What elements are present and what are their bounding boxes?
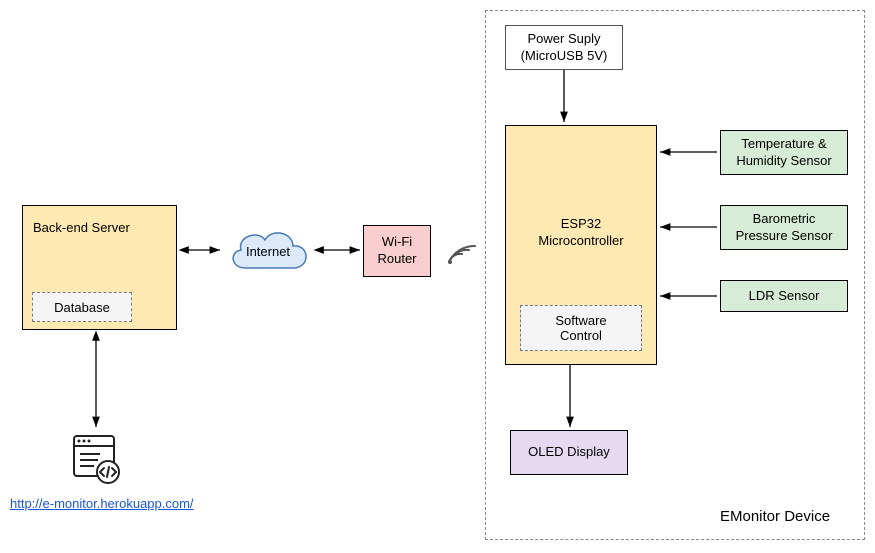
wifi-router-box: Wi-Fi Router (363, 225, 431, 277)
power-supply-box: Power Suply (MicroUSB 5V) (505, 25, 623, 70)
oled-display-box: OLED Display (510, 430, 628, 475)
ldr-sensor-box: LDR Sensor (720, 280, 848, 312)
backend-server-label: Back-end Server (33, 220, 130, 237)
emonitor-device-label: EMonitor Device (720, 508, 830, 525)
esp32-label: ESP32 Microcontroller (538, 216, 623, 250)
software-control-box: Software Control (520, 305, 642, 351)
database-label: Database (54, 300, 110, 315)
oled-display-label: OLED Display (528, 444, 610, 461)
software-control-label: Software Control (555, 313, 606, 343)
barometric-pressure-sensor-label: Barometric Pressure Sensor (736, 211, 833, 245)
wifi-router-label: Wi-Fi Router (377, 234, 416, 268)
ldr-sensor-label: LDR Sensor (749, 288, 820, 305)
temperature-humidity-sensor-label: Temperature & Humidity Sensor (736, 136, 831, 170)
web-code-icon (68, 430, 124, 486)
database-box: Database (32, 292, 132, 322)
barometric-pressure-sensor-box: Barometric Pressure Sensor (720, 205, 848, 250)
wifi-signal-icon (445, 238, 479, 266)
temperature-humidity-sensor-box: Temperature & Humidity Sensor (720, 130, 848, 175)
internet-label: Internet (228, 244, 308, 259)
power-supply-label: Power Suply (MicroUSB 5V) (521, 31, 608, 65)
app-url-link[interactable]: http://e-monitor.herokuapp.com/ (10, 496, 194, 511)
